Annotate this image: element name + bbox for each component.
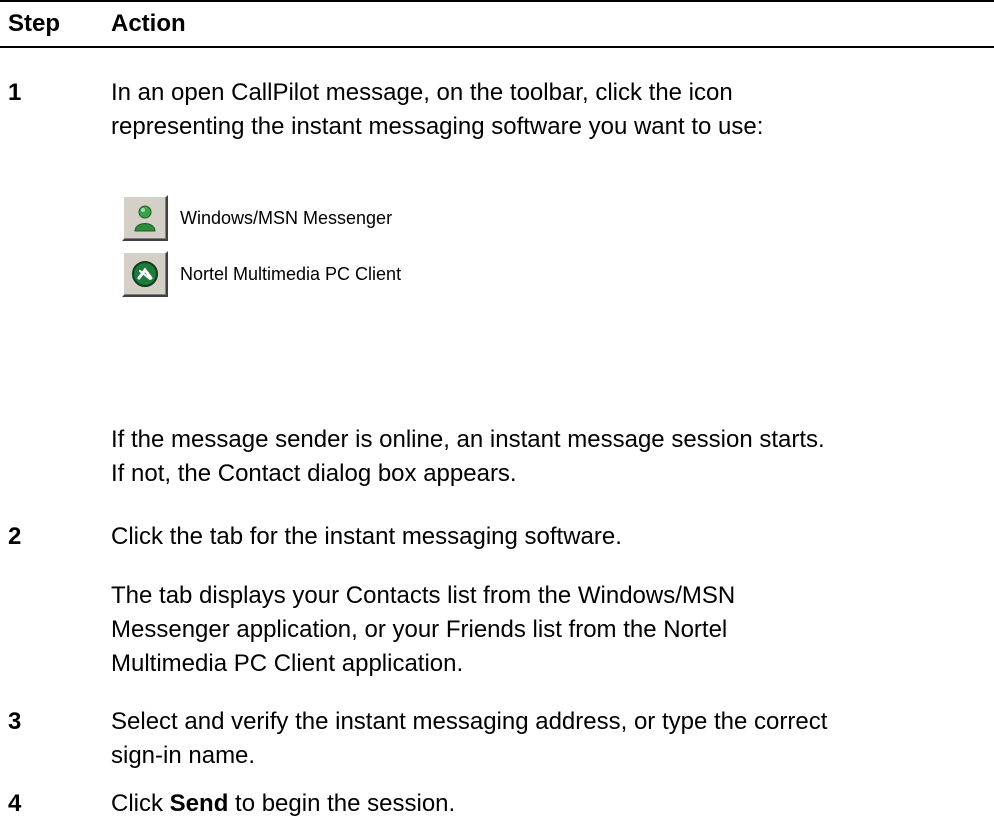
step-2-desc-line1: The tab displays your Contacts list from… [111,582,736,609]
msn-messenger-label: Windows/MSN Messenger [180,208,393,228]
msn-messenger-button[interactable] [122,195,168,241]
step-4-text: Click Send to begin the session. [111,787,981,821]
column-header-step: Step [8,10,61,37]
nortel-multimedia-label: Nortel Multimedia PC Client [180,264,402,284]
msn-messenger-icon [134,205,156,232]
header-rule [0,46,994,48]
step-2-text: Click the tab for the instant messaging … [111,523,622,550]
step-1-text-line2: representing the instant messaging softw… [111,113,764,140]
column-header-action: Action [111,10,186,37]
nortel-multimedia-button[interactable] [122,251,168,297]
table-top-rule [0,0,994,2]
step-1-result-line1: If the message sender is online, an inst… [111,426,825,453]
step-2-desc-line3: Multimedia PC Client application. [111,650,464,677]
step-1-number: 1 [8,79,22,106]
toolbar-item-nortel: Nortel Multimedia PC Client [122,249,401,299]
step-2-number: 2 [8,523,22,550]
step-3-text-line2: sign-in name. [111,742,256,769]
step-3-number: 3 [8,708,22,735]
step-2-desc-line2: Messenger application, or your Friends l… [111,616,728,643]
step-1-text-line1: In an open CallPilot message, on the too… [111,79,733,106]
step-1-result-line2: If not, the Contact dialog box appears. [111,460,517,487]
step-3-text-line1: Select and verify the instant messaging … [111,708,828,735]
step-4-number: 4 [8,790,22,817]
nortel-multimedia-icon [132,261,158,287]
toolbar-item-msn: Windows/MSN Messenger [122,193,392,243]
